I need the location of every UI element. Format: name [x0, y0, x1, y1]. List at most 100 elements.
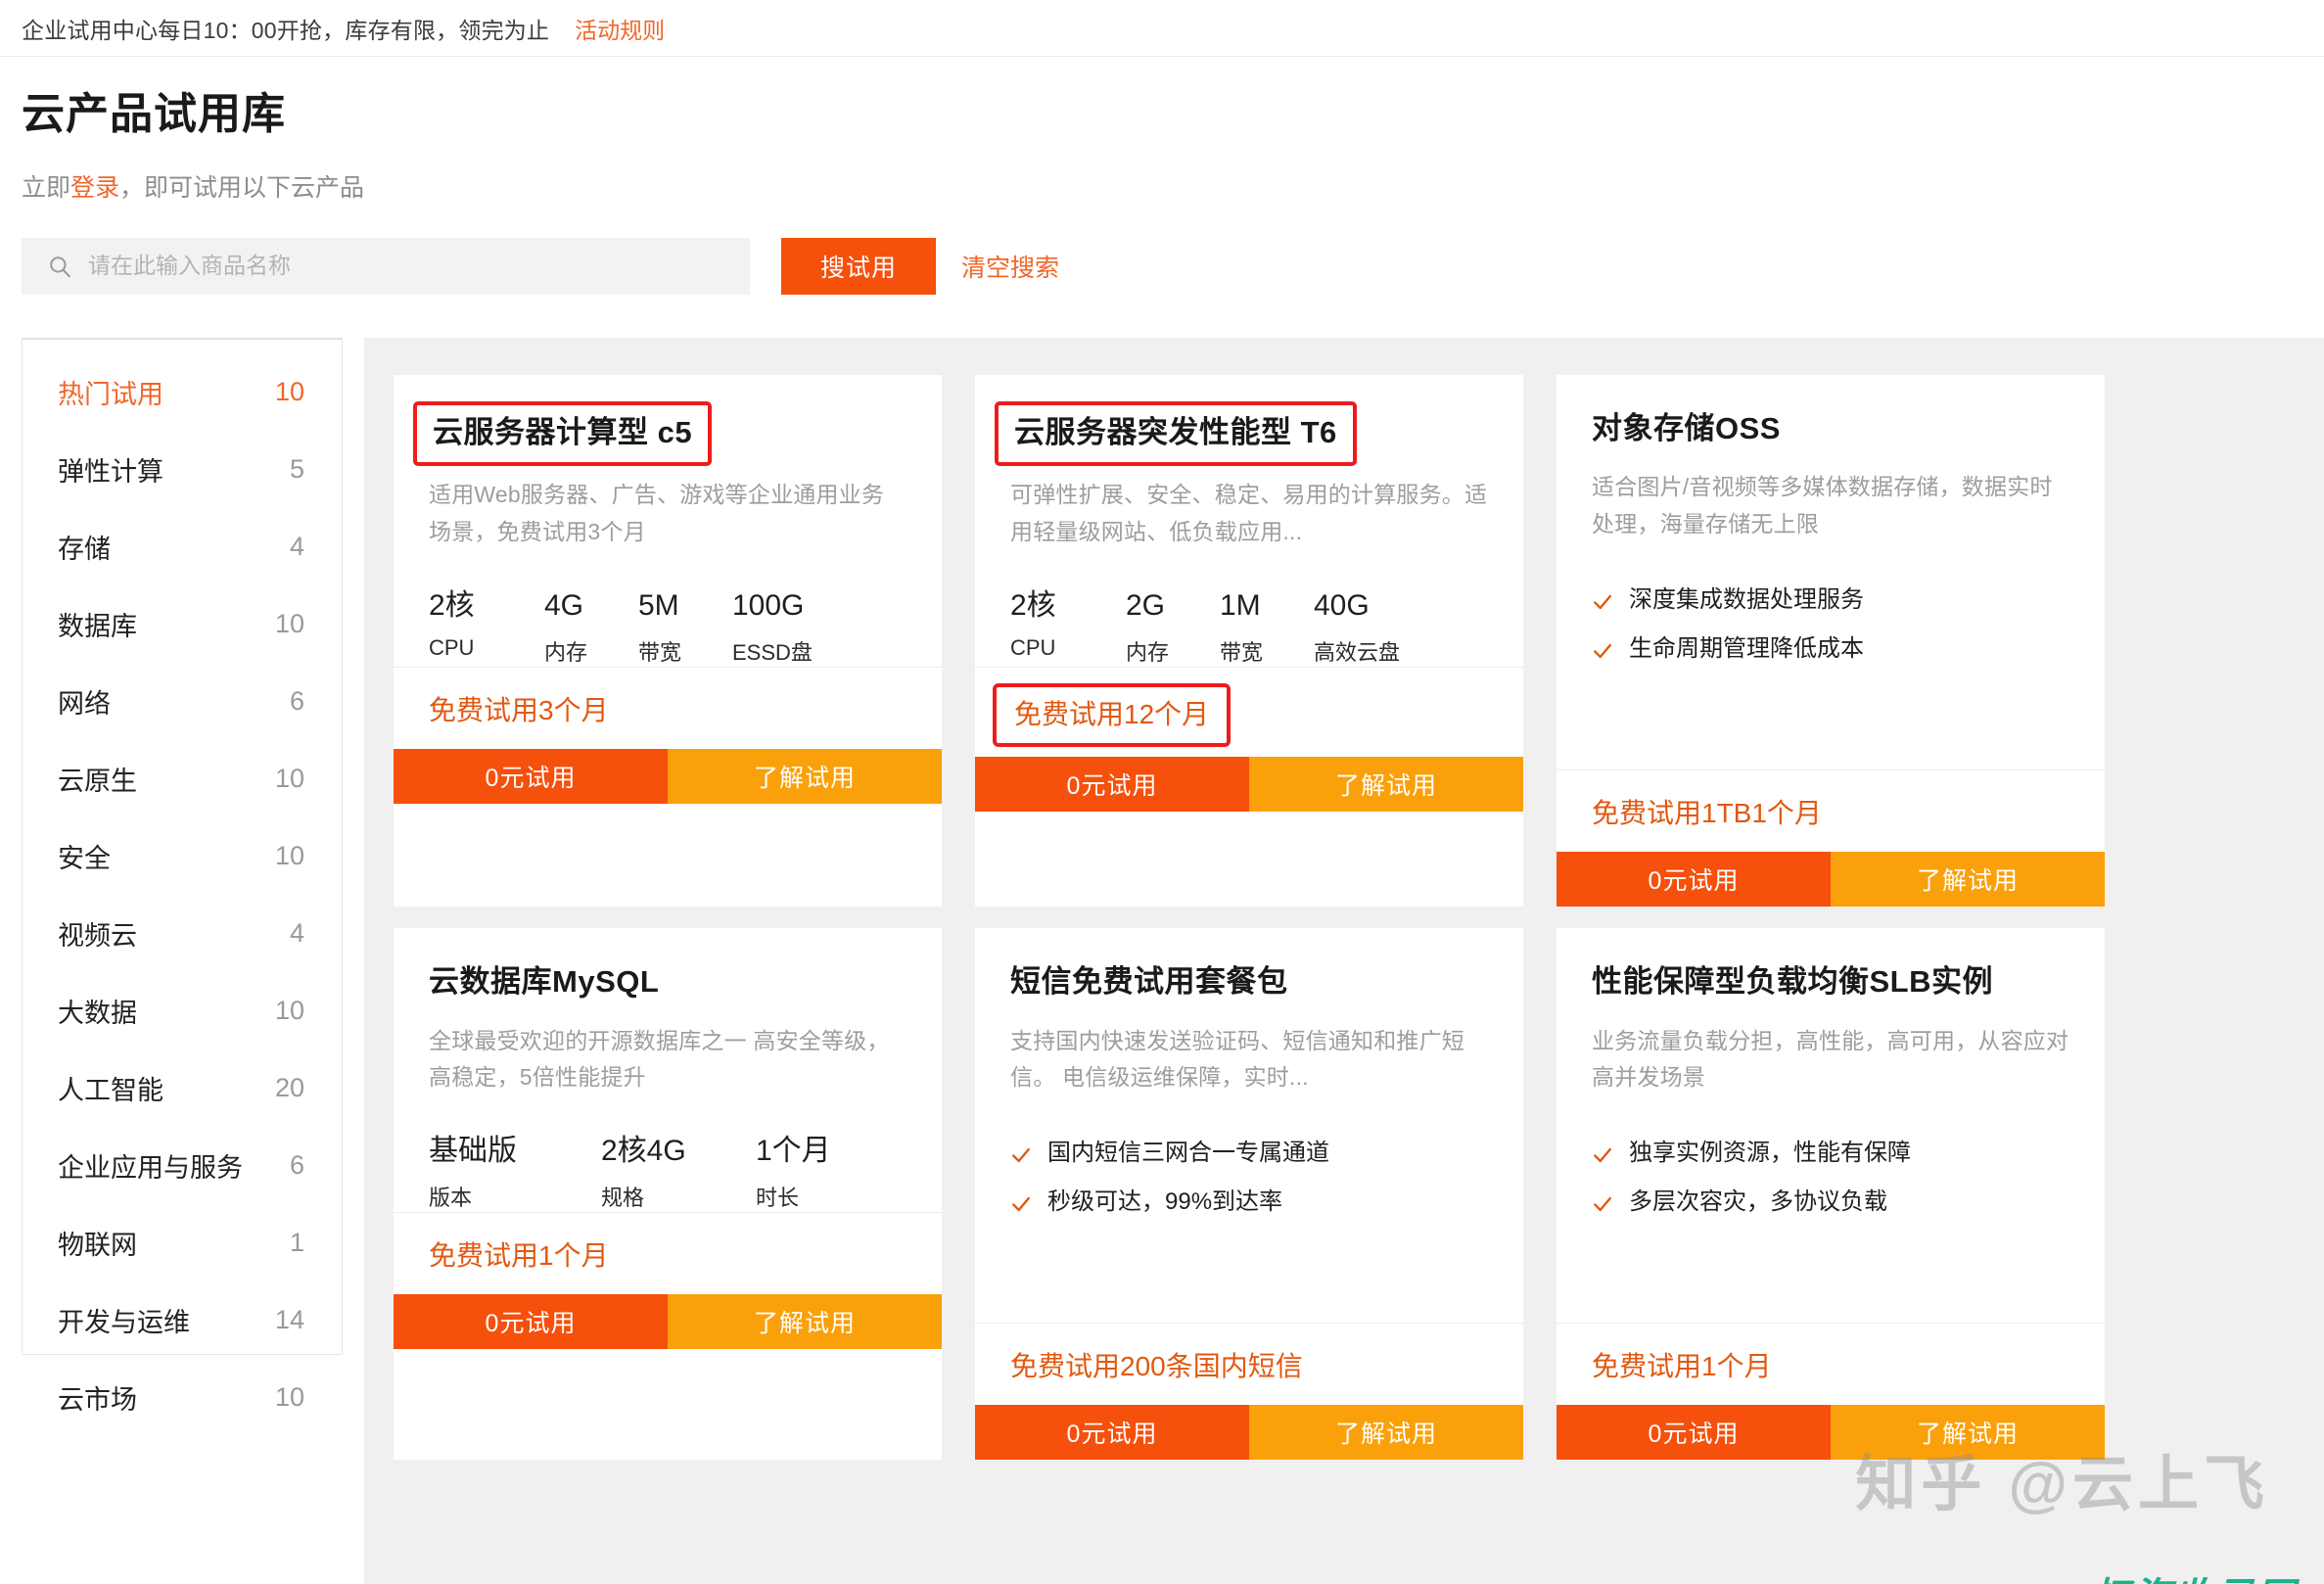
spec-value: 40G	[1314, 588, 1370, 622]
check-icon	[1594, 1196, 1611, 1212]
spec-value: 1个月	[756, 1135, 831, 1168]
search-row: 搜试用 清空搜索	[0, 237, 2324, 295]
sidebar-item-4[interactable]: 网络 6	[23, 663, 342, 740]
learn-more-button[interactable]: 了解试用	[1249, 1405, 1523, 1461]
sidebar-item-0[interactable]: 热门试用 10	[23, 353, 342, 431]
sidebar-item-count: 10	[274, 763, 304, 793]
site-watermark: 忆海收录网	[2091, 1565, 2297, 1584]
product-card[interactable]: 云服务器突发性能型 T6 可弹性扩展、安全、稳定、易用的计算服务。适用轻量级网站、…	[975, 374, 1523, 907]
card-title: 云数据库MySQL	[429, 963, 660, 999]
trial-offer-label: 免费试用200条国内短信	[1010, 1351, 1303, 1382]
product-card[interactable]: 性能保障型负载均衡SLB实例 业务流量负载分担，高性能，高可用，从容应对高并发场景…	[1557, 927, 2105, 1461]
card-description: 全球最受欢迎的开源数据库之一 高安全等级，高稳定，5倍性能提升	[429, 1027, 890, 1090]
learn-more-button[interactable]: 了解试用	[1831, 851, 2105, 907]
free-trial-button[interactable]: 0元试用	[1557, 851, 1831, 907]
spec-value: 100G	[732, 588, 805, 622]
sidebar-item-count: 10	[274, 840, 304, 870]
product-card[interactable]: 短信免费试用套餐包支持国内快速发送验证码、短信通知和推广短信。 电信级运维保障，…	[975, 927, 1523, 1461]
sidebar-item-7[interactable]: 视频云 4	[23, 895, 342, 972]
free-trial-button[interactable]: 0元试用	[975, 756, 1249, 812]
spec-value: 2核	[1010, 588, 1056, 622]
product-card[interactable]: 云服务器计算型 c5 适用Web服务器、广告、游戏等企业通用业务场景，免费试用3个…	[394, 374, 942, 907]
sidebar-item-6[interactable]: 安全 10	[23, 817, 342, 895]
category-sidebar: 热门试用 10 弹性计算 5 存储 4 数据库 10 网络 6 云原生 10 安全 10 视频云 4 大数据 10…	[22, 337, 343, 1415]
card-title: 短信免费试用套餐包	[1010, 963, 1288, 999]
spec-cell: 5M 带宽	[638, 589, 732, 667]
notice-text: 企业试用中心每日10：00开抢，库存有限，领完为止	[22, 17, 550, 43]
sidebar-item-label: 热门试用	[58, 379, 163, 409]
sidebar-item-label: 人工智能	[58, 1075, 163, 1105]
page-root: 企业试用中心每日10：00开抢，库存有限，领完为止 活动规则 云产品试用库 立即…	[0, 0, 2324, 1584]
cta-row: 0元试用 了解试用	[394, 748, 942, 804]
sidebar-item-11[interactable]: 物联网 1	[23, 1204, 342, 1281]
card-description: 适用Web服务器、广告、游戏等企业通用业务场景，免费试用3个月	[429, 482, 885, 544]
card-title: 云服务器计算型 c5	[413, 400, 713, 467]
spec-key: 版本	[429, 1186, 473, 1211]
sidebar-item-10[interactable]: 企业应用与服务 6	[23, 1127, 342, 1204]
sidebar-item-3[interactable]: 数据库 10	[23, 585, 342, 663]
card-description: 业务流量负载分担，高性能，高可用，从容应对高并发场景	[1592, 1027, 2069, 1090]
card-footer: 免费试用1TB1个月	[1557, 769, 2105, 852]
feature-text: 生命周期管理降低成本	[1629, 634, 1864, 662]
trial-offer-label: 免费试用1个月	[429, 1240, 609, 1272]
sidebar-item-count: 4	[289, 917, 304, 948]
search-submit-button[interactable]: 搜试用	[781, 237, 936, 295]
spec-cell: 1个月 时长	[756, 1135, 873, 1212]
learn-more-button[interactable]: 了解试用	[668, 748, 942, 804]
search-box[interactable]	[22, 237, 750, 295]
feature-text: 独享实例资源，性能有保障	[1629, 1140, 1911, 1167]
spec-key: 内存	[1126, 639, 1170, 665]
sidebar-item-count: 6	[289, 685, 304, 716]
feature-list: 独享实例资源，性能有保障多层次容灾，多协议负载	[1592, 1139, 2069, 1217]
spec-cell: 40G 高效云盘	[1314, 589, 1431, 667]
sidebar-item-label: 开发与运维	[58, 1307, 190, 1337]
card-body: 性能保障型负载均衡SLB实例 业务流量负载分担，高性能，高可用，从容应对高并发场景…	[1557, 928, 2105, 1236]
learn-more-button[interactable]: 了解试用	[1831, 1405, 2105, 1461]
cta-row: 0元试用 了解试用	[394, 1294, 942, 1350]
feature-item: 国内短信三网合一专属通道	[1010, 1139, 1488, 1168]
card-body: 对象存储OSS 适合图片/音视频等多媒体数据存储，数据实时处理，海量存储无上限 深度…	[1557, 375, 2105, 683]
sidebar-item-count: 1	[289, 1227, 304, 1257]
product-grid-area: 云服务器计算型 c5 适用Web服务器、广告、游戏等企业通用业务场景，免费试用3个…	[364, 337, 2324, 1584]
sidebar-item-13[interactable]: 云市场 10	[23, 1359, 342, 1436]
learn-more-button[interactable]: 了解试用	[668, 1294, 942, 1350]
sidebar-item-1[interactable]: 弹性计算 5	[23, 431, 342, 508]
subtitle-prefix: 立即	[22, 173, 71, 202]
free-trial-button[interactable]: 0元试用	[1557, 1405, 1831, 1461]
sidebar-item-label: 安全	[58, 843, 111, 873]
feature-item: 独享实例资源，性能有保障	[1592, 1139, 2069, 1168]
feature-list: 深度集成数据处理服务 生命周期管理降低成本	[1592, 585, 2069, 664]
learn-more-button[interactable]: 了解试用	[1249, 756, 1523, 812]
free-trial-button[interactable]: 0元试用	[394, 748, 668, 804]
check-icon	[1594, 643, 1611, 658]
sidebar-item-9[interactable]: 人工智能 20	[23, 1049, 342, 1127]
spec-key: 内存	[544, 639, 588, 665]
sidebar-item-12[interactable]: 开发与运维 14	[23, 1281, 342, 1359]
login-link[interactable]: 登录	[70, 174, 119, 202]
feature-item: 多层次容灾，多协议负载	[1592, 1188, 2069, 1217]
spec-cell: 2核 CPU	[429, 589, 544, 667]
sidebar-item-count: 10	[274, 995, 304, 1025]
page-title: 云产品试用库	[22, 90, 286, 138]
sidebar-item-5[interactable]: 云原生 10	[23, 740, 342, 817]
activity-rules-link[interactable]: 活动规则	[575, 12, 665, 45]
sidebar-item-8[interactable]: 大数据 10	[23, 972, 342, 1049]
cta-row: 0元试用 了解试用	[1557, 1405, 2105, 1461]
card-description: 支持国内快速发送验证码、短信通知和推广短信。 电信级运维保障，实时...	[1010, 1027, 1464, 1090]
product-card[interactable]: 对象存储OSS 适合图片/音视频等多媒体数据存储，数据实时处理，海量存储无上限 深度…	[1557, 374, 2105, 907]
sidebar-item-2[interactable]: 存储 4	[23, 508, 342, 585]
feature-item: 秒级可达，99%到达率	[1010, 1188, 1488, 1217]
page-header: 云产品试用库 立即登录，即可试用以下云产品	[0, 57, 2324, 203]
sidebar-item-count: 10	[274, 376, 304, 406]
card-footer: 免费试用1个月	[1557, 1323, 2105, 1405]
free-trial-button[interactable]: 0元试用	[975, 1405, 1249, 1461]
spec-key: 带宽	[1220, 639, 1264, 665]
free-trial-button[interactable]: 0元试用	[394, 1294, 668, 1350]
check-icon	[1012, 1147, 1030, 1163]
page-right-gutter	[2310, 337, 2324, 1584]
clear-search-button[interactable]: 清空搜索	[961, 238, 1059, 295]
feature-list: 国内短信三网合一专属通道 秒级可达，99%到达率	[1010, 1139, 1488, 1217]
product-card[interactable]: 云数据库MySQL 全球最受欢迎的开源数据库之一 高安全等级，高稳定，5倍性能提升…	[394, 927, 942, 1461]
search-input[interactable]	[88, 237, 750, 295]
sidebar-item-label: 云市场	[58, 1384, 137, 1415]
